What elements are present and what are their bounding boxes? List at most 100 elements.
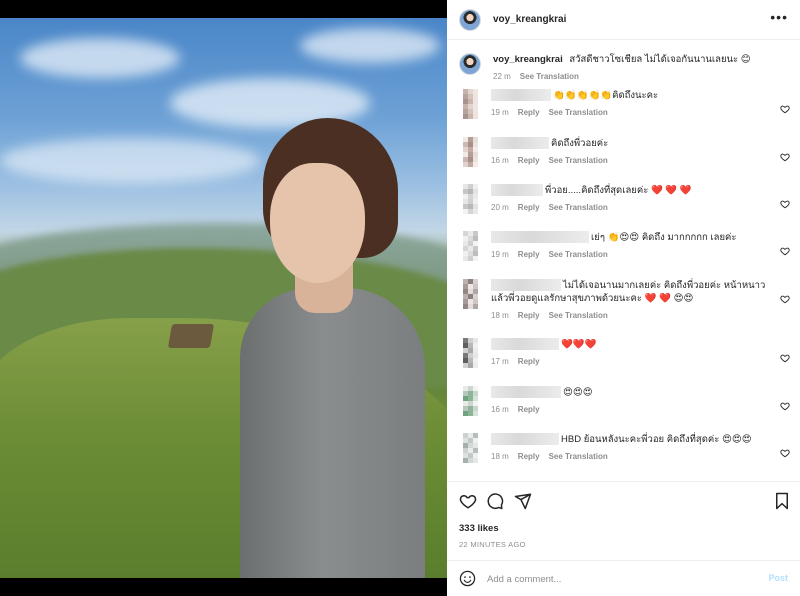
post-time-ago: 22 MINUTES AGO: [459, 540, 526, 549]
commenter-username-blurred[interactable]: [491, 89, 551, 102]
comment-text: คิดถึงพี่วอยค่ะ: [551, 138, 609, 149]
comment-text-line: ไม่ได้เจอนานมากเลยค่ะ คิดถึงพี่วอยค่ะ หน…: [491, 279, 771, 305]
comment-text-line: 😍😍😍: [491, 386, 771, 399]
photo-person: [225, 118, 425, 578]
comment-like-heart-icon[interactable]: [780, 294, 790, 304]
share-send-icon[interactable]: [514, 492, 532, 510]
comment-see-translation[interactable]: See Translation: [549, 452, 608, 461]
commenter-username-blurred[interactable]: [491, 279, 561, 292]
comment-meta: 20 m Reply See Translation: [491, 203, 771, 212]
comment-reply-button[interactable]: Reply: [518, 250, 540, 259]
author-avatar[interactable]: [459, 8, 481, 31]
comment-reply-button[interactable]: Reply: [518, 357, 540, 366]
commenter-username-blurred[interactable]: [491, 231, 589, 244]
more-options-icon[interactable]: •••: [770, 10, 788, 24]
caption-text-line: voy_kreangkrai สวัสดีชาวโซเชียล ไม่ได้เจ…: [493, 53, 751, 66]
comment-text: HBD ย้อนหลังนะคะพี่วอย คิดถึงที่สุดค่ะ 😍…: [561, 434, 752, 445]
photo-cloud: [300, 28, 440, 63]
comment-like-heart-icon[interactable]: [780, 448, 790, 458]
photo-hut: [167, 324, 215, 348]
comment-text-line: ❤️❤️❤️: [491, 338, 771, 351]
comment-text: เย่ๆ 👏😍😍 คิดถึง มากกกกก เลยค่ะ: [591, 232, 737, 243]
comment-see-translation[interactable]: See Translation: [549, 108, 608, 117]
commenter-avatar[interactable]: [463, 338, 478, 368]
like-heart-icon[interactable]: [459, 492, 477, 510]
commenter-username-blurred[interactable]: [491, 386, 561, 399]
add-comment-input[interactable]: [487, 570, 747, 588]
comment-text: 👏👏👏👏👏คิดถึงนะคะ: [553, 90, 659, 101]
comment-text-line: 👏👏👏👏👏คิดถึงนะคะ: [491, 89, 771, 102]
comment-see-translation[interactable]: See Translation: [549, 250, 608, 259]
comment-reply-button[interactable]: Reply: [518, 311, 540, 320]
caption-avatar[interactable]: [459, 53, 481, 75]
person-sweater: [240, 288, 425, 578]
author-username[interactable]: voy_kreangkrai: [493, 14, 566, 25]
person-face: [270, 163, 365, 283]
photo-cloud: [0, 138, 260, 183]
comment-text-line: HBD ย้อนหลังนะคะพี่วอย คิดถึงที่สุดค่ะ 😍…: [491, 433, 771, 446]
comment-time[interactable]: 16 m: [491, 405, 509, 414]
commenter-avatar[interactable]: [463, 433, 478, 463]
comment-meta: 16 m Reply: [491, 405, 771, 414]
commenter-avatar[interactable]: [463, 231, 478, 261]
add-comment-bar: Post: [447, 560, 800, 596]
comment-like-heart-icon[interactable]: [780, 152, 790, 162]
commenter-avatar[interactable]: [463, 279, 478, 309]
comment-text: ❤️❤️❤️: [561, 339, 597, 350]
comment-reply-button[interactable]: Reply: [518, 156, 540, 165]
comment-meta: 18 m Reply See Translation: [491, 452, 771, 461]
comment-reply-button[interactable]: Reply: [518, 108, 540, 117]
post-actions: 333 likes 22 MINUTES AGO Post: [447, 481, 800, 596]
commenter-avatar[interactable]: [463, 89, 478, 119]
post-comment-button[interactable]: Post: [768, 573, 788, 583]
comment-like-heart-icon[interactable]: [780, 199, 790, 209]
commenter-username-blurred[interactable]: [491, 338, 559, 351]
comment-time[interactable]: 19 m: [491, 108, 509, 117]
comment-like-heart-icon[interactable]: [780, 246, 790, 256]
comment-text-line: เย่ๆ 👏😍😍 คิดถึง มากกกกก เลยค่ะ: [491, 231, 771, 244]
post-header: voy_kreangkrai •••: [447, 0, 800, 40]
comment-see-translation[interactable]: See Translation: [549, 203, 608, 212]
commenter-username-blurred[interactable]: [491, 137, 549, 150]
comment-text-line: พี่วอย.....คิดถึงที่สุดเลยค่ะ ❤️ ❤️ ❤️: [491, 184, 771, 197]
comment-text: 😍😍😍: [563, 387, 593, 398]
comment-like-heart-icon[interactable]: [780, 401, 790, 411]
comment-like-heart-icon[interactable]: [780, 104, 790, 114]
caption-time[interactable]: 22 m: [493, 72, 511, 81]
likes-count[interactable]: 333 likes: [459, 523, 499, 534]
commenter-avatar[interactable]: [463, 184, 478, 214]
caption-text: สวัสดีชาวโซเชียล ไม่ได้เจอกันนานเลยนะ 😊: [569, 54, 751, 65]
comment-time[interactable]: 18 m: [491, 311, 509, 320]
comment-reply-button[interactable]: Reply: [518, 405, 540, 414]
emoji-smiley-icon[interactable]: [459, 570, 476, 587]
comment-time[interactable]: 20 m: [491, 203, 509, 212]
caption-see-translation[interactable]: See Translation: [520, 72, 579, 81]
caption-username[interactable]: voy_kreangkrai: [493, 54, 563, 65]
comment-reply-button[interactable]: Reply: [518, 203, 540, 212]
comment-time[interactable]: 16 m: [491, 156, 509, 165]
comment-meta: 19 m Reply See Translation: [491, 250, 771, 259]
comment-time[interactable]: 17 m: [491, 357, 509, 366]
comment-like-heart-icon[interactable]: [780, 353, 790, 363]
post-photo[interactable]: [0, 18, 447, 578]
comment-meta: 19 m Reply See Translation: [491, 108, 771, 117]
commenter-username-blurred[interactable]: [491, 433, 559, 446]
comment-see-translation[interactable]: See Translation: [549, 156, 608, 165]
photo-cloud: [20, 38, 180, 78]
comment-meta: 18 m Reply See Translation: [491, 311, 771, 320]
post-caption: voy_kreangkrai สวัสดีชาวโซเชียล ไม่ได้เจ…: [459, 53, 789, 81]
comment-time[interactable]: 18 m: [491, 452, 509, 461]
comment-meta: 17 m Reply: [491, 357, 771, 366]
commenter-avatar[interactable]: [463, 386, 478, 416]
comment-see-translation[interactable]: See Translation: [549, 311, 608, 320]
comment-time[interactable]: 19 m: [491, 250, 509, 259]
comments-list[interactable]: voy_kreangkrai สวัสดีชาวโซเชียล ไม่ได้เจ…: [447, 41, 800, 481]
comment-text: พี่วอย.....คิดถึงที่สุดเลยค่ะ ❤️ ❤️ ❤️: [545, 185, 692, 196]
commenter-avatar[interactable]: [463, 137, 478, 167]
commenter-username-blurred[interactable]: [491, 184, 543, 197]
save-bookmark-icon[interactable]: [773, 492, 791, 510]
comment-reply-button[interactable]: Reply: [518, 452, 540, 461]
post-photo-panel: [0, 0, 447, 596]
caption-meta: 22 m See Translation: [493, 72, 751, 81]
comment-bubble-icon[interactable]: [486, 492, 504, 510]
